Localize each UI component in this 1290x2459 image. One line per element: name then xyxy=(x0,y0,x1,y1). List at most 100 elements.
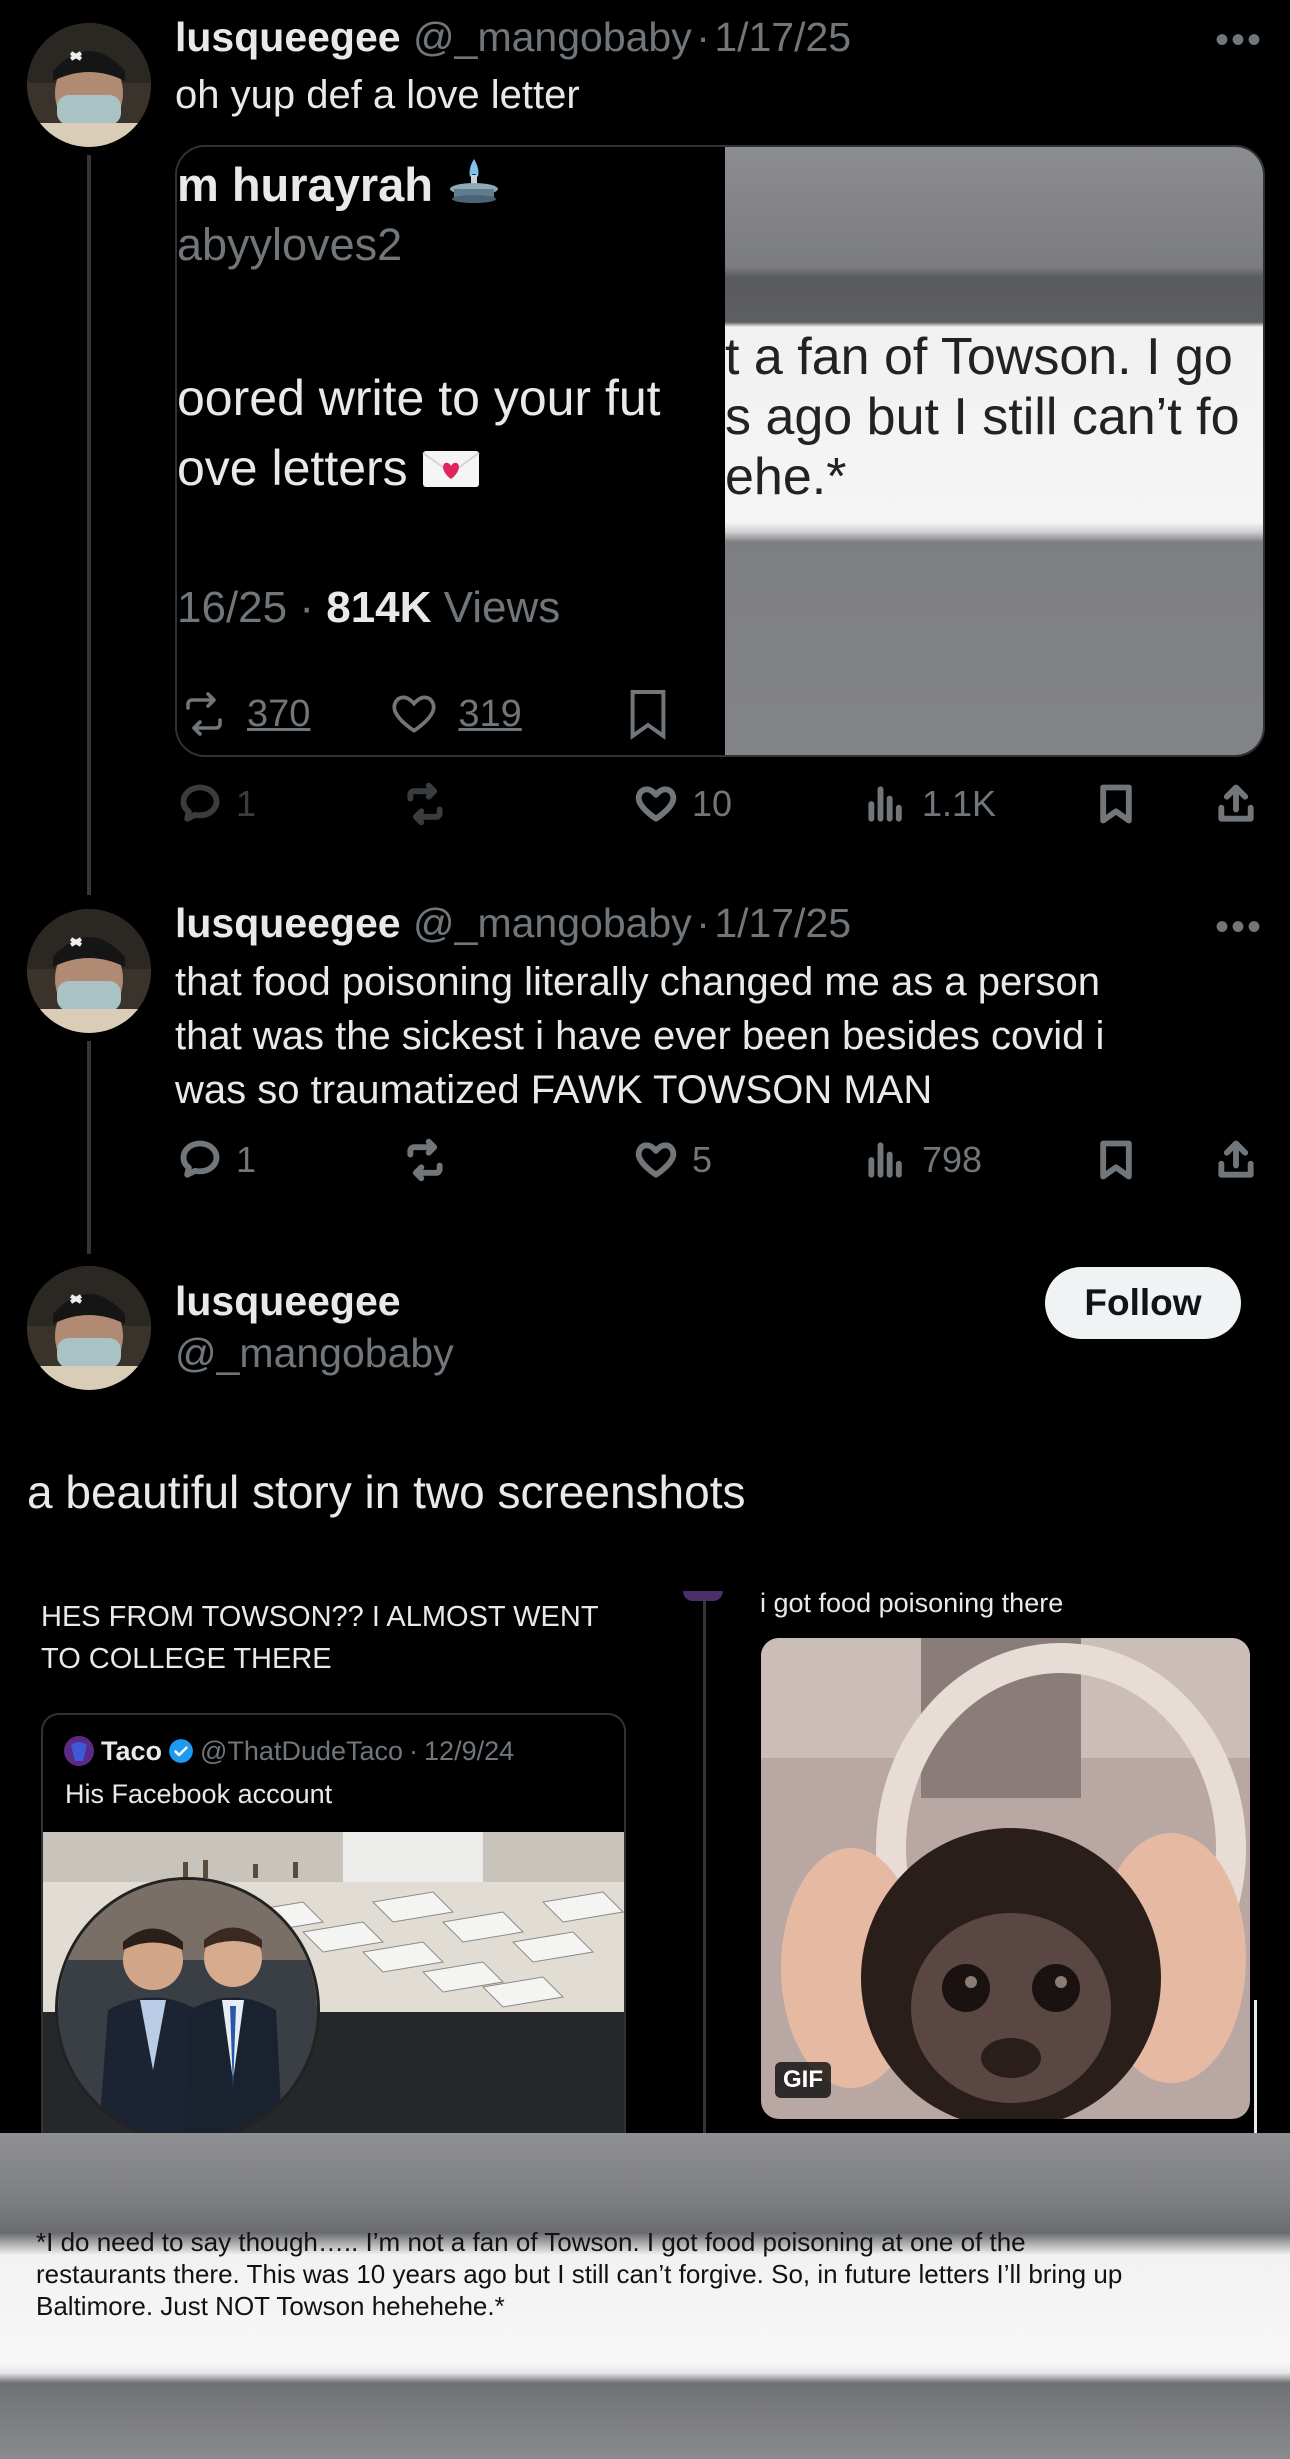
quoted-like-count: 319 xyxy=(458,692,522,735)
avatar-photo xyxy=(27,1266,151,1390)
analytics-icon xyxy=(868,786,902,822)
avatar-edge xyxy=(683,1591,723,1601)
quoted-date: 16/25 · xyxy=(177,583,314,632)
thread-line xyxy=(87,1041,91,1254)
quoted-username: @ThatDudeTaco xyxy=(200,1735,404,1766)
caption-line-1: HES FROM TOWSON?? I ALMOST WENT xyxy=(41,1601,599,1633)
display-name[interactable]: lusqueegee xyxy=(175,1278,401,1325)
username[interactable]: @_mangobaby xyxy=(413,14,692,60)
retweet-button[interactable] xyxy=(403,1138,461,1182)
share-icon xyxy=(1218,784,1254,822)
bookmark-icon xyxy=(630,690,666,740)
quoted-tweet-card[interactable]: Taco @ThatDudeTaco · 12/9/24 His Faceboo… xyxy=(41,1713,626,2133)
quoted-date: 12/9/24 xyxy=(424,1735,515,1766)
quoted-display-name: Taco xyxy=(101,1735,163,1766)
tweet-date[interactable]: 1/17/25 xyxy=(714,14,851,60)
separator-dot: · xyxy=(696,14,710,60)
reply-button[interactable]: 1 xyxy=(178,1138,256,1182)
paper-text-line-3: ehe.* xyxy=(725,448,847,506)
screenshot-left-panel: m hurayrah abyyloves2 oored write to you… xyxy=(177,147,725,755)
thread-line xyxy=(87,155,91,895)
gif-media[interactable]: GIF xyxy=(761,1638,1250,2119)
tweet-text-line-2: that was the sickest i have ever been be… xyxy=(175,1014,1105,1058)
views-button[interactable]: 1.1K xyxy=(864,782,996,826)
paper-caption-line-3: Baltimore. Just NOT Towson hehehehe.* xyxy=(36,2291,505,2321)
retweet-icon xyxy=(407,782,443,826)
reply-button[interactable]: 1 xyxy=(178,782,256,826)
tweet-header: lusqueegee @_mangobaby · 1/17/25 xyxy=(175,900,851,947)
tweet-text-line-1: that food poisoning literally changed me… xyxy=(175,960,1101,1004)
heart-icon xyxy=(635,786,677,822)
paper-text-line-2: s ago but I still can’t fo xyxy=(725,388,1240,446)
caption-line-2: TO COLLEGE THERE xyxy=(41,1643,332,1675)
heart-icon xyxy=(392,695,436,733)
quoted-text: His Facebook account xyxy=(65,1779,333,1809)
fountain-emoji-icon xyxy=(450,159,499,203)
views-button[interactable]: 798 xyxy=(864,1138,982,1182)
reply-count: 1 xyxy=(236,783,257,824)
tweet-header: lusqueegee @_mangobaby · 1/17/25 xyxy=(175,14,851,61)
quoted-text-line-2-row: ove letters xyxy=(177,439,480,497)
avatar-photo xyxy=(27,23,151,147)
reply-icon xyxy=(180,1140,220,1178)
like-count: 10 xyxy=(692,783,733,824)
more-options-icon[interactable]: ••• xyxy=(1215,907,1263,947)
media-left-screenshot[interactable]: HES FROM TOWSON?? I ALMOST WENT TO COLLE… xyxy=(27,1580,630,2133)
quoted-text-line-2: ove letters xyxy=(177,440,408,496)
gif-badge: GIF xyxy=(775,2062,831,2098)
tweet-date[interactable]: 1/17/25 xyxy=(714,900,851,946)
paper-caption: *I do need to say though….. I’m not a fa… xyxy=(36,2226,1286,2322)
screenshot-caption: HES FROM TOWSON?? I ALMOST WENT TO COLLE… xyxy=(41,1596,599,1680)
reply-count: 1 xyxy=(236,1139,257,1180)
like-button[interactable]: 5 xyxy=(634,1138,712,1182)
avatar[interactable] xyxy=(27,23,151,147)
tweet-text: oh yup def a love letter xyxy=(175,73,580,117)
embedded-screenshot-card[interactable]: m hurayrah abyyloves2 oored write to you… xyxy=(175,145,1265,757)
retweet-icon xyxy=(186,692,222,736)
avatar xyxy=(64,1736,94,1766)
share-button[interactable] xyxy=(1214,782,1258,826)
reply-icon xyxy=(180,784,220,822)
quoted-tweet-header: Taco @ThatDudeTaco · 12/9/24 xyxy=(63,1735,514,1767)
avatar[interactable] xyxy=(27,909,151,1033)
profile-photo-circle xyxy=(55,1877,320,2133)
more-options-icon[interactable]: ••• xyxy=(1215,20,1263,60)
follow-button[interactable]: Follow xyxy=(1045,1267,1241,1339)
tweet-text-line-3: was so traumatized FAWK TOWSON MAN xyxy=(175,1068,933,1112)
quoted-retweet-count: 370 xyxy=(247,692,311,735)
display-name[interactable]: lusqueegee xyxy=(175,14,401,60)
view-count: 798 xyxy=(922,1139,983,1180)
paper-screenshot-strip: *I do need to say though….. I’m not a fa… xyxy=(0,2133,1290,2459)
screenshot-caption: i got food poisoning there xyxy=(760,1588,1064,1618)
tweet-text: a beautiful story in two screenshots xyxy=(27,1466,746,1518)
username[interactable]: @_mangobaby xyxy=(413,900,692,946)
quoted-name-text: m hurayrah xyxy=(177,158,433,211)
view-count: 1.1K xyxy=(922,783,997,824)
retweet-button[interactable] xyxy=(403,782,461,826)
thread-line xyxy=(703,1596,706,2133)
username[interactable]: @_mangobaby xyxy=(175,1330,454,1377)
display-name[interactable]: lusqueegee xyxy=(175,900,401,946)
bookmark-button[interactable] xyxy=(1094,1138,1138,1182)
analytics-icon xyxy=(868,1142,902,1178)
bookmark-button[interactable] xyxy=(1094,782,1138,826)
share-button[interactable] xyxy=(1214,1138,1258,1182)
paper-caption-line-2: restaurants there. This was 10 years ago… xyxy=(36,2259,1123,2289)
quoted-handle: abyyloves2 xyxy=(177,219,403,270)
share-icon xyxy=(1218,1140,1254,1178)
love-letter-emoji-icon xyxy=(422,451,480,487)
like-button[interactable]: 10 xyxy=(634,782,732,826)
tweet-text: that food poisoning literally changed me… xyxy=(175,955,1275,1117)
verified-badge-icon xyxy=(169,1739,193,1763)
monkey-headphones-gif xyxy=(761,1638,1250,2119)
avatar[interactable] xyxy=(27,1266,151,1390)
like-count: 5 xyxy=(692,1139,713,1180)
paper-text-line-1: t a fan of Towson. I go xyxy=(725,328,1233,386)
bookmark-icon xyxy=(1100,1140,1132,1180)
quoted-meta-row: 16/25 · 814K Views xyxy=(177,583,560,633)
screenshot-right-panel: t a fan of Towson. I go s ago but I stil… xyxy=(725,147,1263,755)
quoted-actions-row: 370 319 xyxy=(177,687,670,741)
views-count: 814K xyxy=(326,583,432,632)
heart-icon xyxy=(635,1142,677,1178)
retweet-icon xyxy=(407,1138,443,1182)
